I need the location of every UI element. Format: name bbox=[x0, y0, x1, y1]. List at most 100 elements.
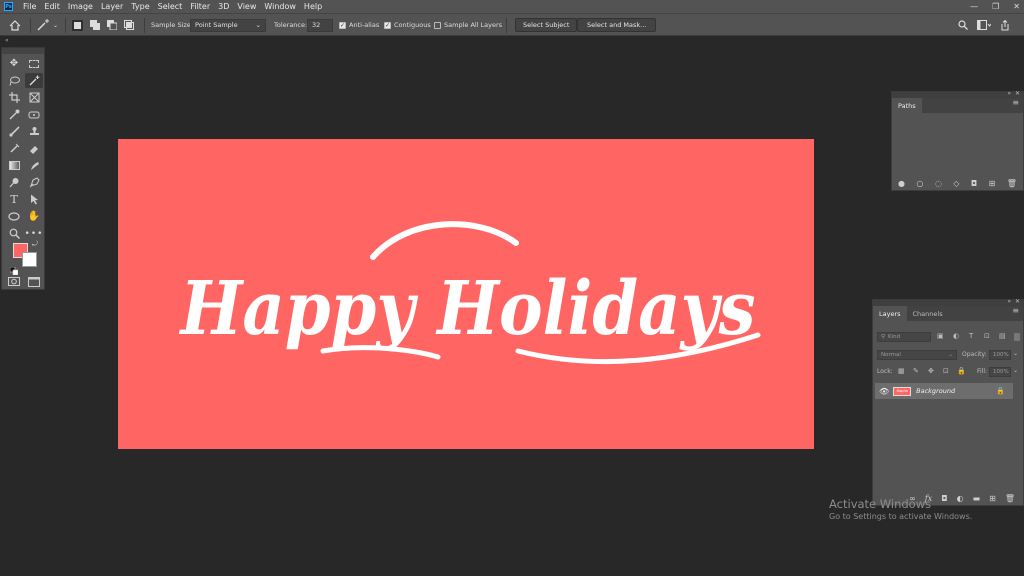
menu-type[interactable]: Type bbox=[127, 2, 153, 11]
panel-menu-icon[interactable]: ≡ bbox=[1012, 98, 1019, 113]
filter-shape-icon[interactable]: ⊡ bbox=[984, 332, 990, 340]
chevron-down-icon: ⌄ bbox=[948, 352, 953, 358]
new-layer-icon[interactable]: ⊞ bbox=[989, 494, 996, 503]
select-subject-button[interactable]: Select Subject bbox=[515, 18, 578, 32]
folder-icon[interactable]: ▬ bbox=[973, 494, 981, 503]
stamp-tool-icon[interactable] bbox=[25, 124, 43, 139]
close-panel-icon[interactable]: ✕ bbox=[1015, 298, 1020, 305]
workspace-icon[interactable] bbox=[977, 20, 991, 30]
opacity-input[interactable]: 100% bbox=[989, 350, 1011, 360]
share-icon[interactable] bbox=[1000, 19, 1010, 31]
background-color-swatch[interactable] bbox=[22, 252, 37, 267]
menu-layer[interactable]: Layer bbox=[97, 2, 127, 11]
lock-transparent-icon[interactable]: ▦ bbox=[898, 367, 905, 375]
document-canvas[interactable]: Happy Holidays bbox=[118, 139, 814, 449]
tool-preset-picker[interactable]: ⌄ bbox=[37, 18, 58, 32]
filter-smart-object-icon[interactable]: ▤ bbox=[999, 332, 1006, 340]
toolbox-header[interactable] bbox=[2, 48, 44, 54]
stroke-path-icon[interactable]: ○ bbox=[916, 179, 923, 188]
close-button[interactable]: ✕ bbox=[1013, 2, 1020, 11]
ellipse-tool-icon[interactable] bbox=[5, 209, 23, 224]
filter-pixel-icon[interactable]: ▣ bbox=[937, 332, 944, 340]
menu-window[interactable]: Window bbox=[260, 2, 300, 11]
pen-tool-icon[interactable] bbox=[25, 175, 43, 190]
add-to-selection-icon[interactable] bbox=[90, 20, 100, 30]
collapse-arrows-icon[interactable]: « bbox=[5, 37, 9, 44]
menu-help[interactable]: Help bbox=[300, 2, 326, 11]
chevron-down-icon[interactable]: ⌄ bbox=[1013, 367, 1018, 374]
new-path-icon[interactable]: ⊞ bbox=[989, 179, 996, 188]
smudge-tool-icon[interactable] bbox=[25, 158, 43, 173]
new-selection-icon[interactable] bbox=[72, 19, 83, 31]
tolerance-input[interactable]: 32 bbox=[307, 18, 333, 32]
tab-channels[interactable]: Channels bbox=[907, 306, 949, 321]
layer-filter-kind[interactable]: ⚲ Kind bbox=[877, 332, 931, 342]
make-work-path-icon[interactable]: ◇ bbox=[953, 179, 959, 188]
select-and-mask-button[interactable]: Select and Mask... bbox=[577, 18, 657, 32]
collapse-arrows-icon[interactable]: » bbox=[1007, 298, 1011, 305]
lock-artboard-icon[interactable]: ⊡ bbox=[943, 367, 949, 375]
collapse-arrows-icon[interactable]: » bbox=[1007, 90, 1011, 97]
fill-path-icon[interactable]: ● bbox=[898, 179, 905, 188]
anti-alias-checkbox[interactable]: ✓ Anti-alias bbox=[339, 18, 379, 32]
menu-filter[interactable]: Filter bbox=[186, 2, 214, 11]
filter-adjustment-icon[interactable]: ◐ bbox=[953, 332, 959, 340]
chevron-down-icon[interactable]: ⌄ bbox=[1013, 350, 1018, 357]
load-selection-icon[interactable]: ◌ bbox=[935, 179, 942, 188]
path-selection-tool-icon[interactable] bbox=[25, 192, 43, 207]
screen-mode-icon[interactable] bbox=[25, 274, 43, 289]
move-tool-icon[interactable]: ✥ bbox=[5, 56, 23, 71]
frame-tool-icon[interactable] bbox=[25, 90, 43, 105]
add-mask-icon[interactable]: ◘ bbox=[971, 179, 977, 188]
tab-layers[interactable]: Layers bbox=[873, 306, 907, 321]
lasso-tool-icon[interactable] bbox=[5, 73, 23, 88]
checkbox-empty-icon bbox=[434, 21, 441, 29]
menu-file[interactable]: File bbox=[19, 2, 40, 11]
menu-select[interactable]: Select bbox=[154, 2, 187, 11]
restore-button[interactable]: ❐ bbox=[992, 2, 999, 11]
sample-size-select[interactable]: Point Sample ⌄ bbox=[190, 18, 266, 32]
eyedropper-tool-icon[interactable] bbox=[5, 107, 23, 122]
minimize-button[interactable]: — bbox=[970, 2, 978, 11]
layer-row-background[interactable]: 👁 Bapha Background 🔒 bbox=[875, 383, 1013, 399]
fill-input[interactable]: 100% bbox=[989, 367, 1011, 377]
history-brush-tool-icon[interactable] bbox=[5, 141, 23, 156]
gradient-tool-icon[interactable] bbox=[5, 158, 23, 173]
menu-view[interactable]: View bbox=[233, 2, 260, 11]
tab-paths[interactable]: Paths bbox=[892, 98, 922, 113]
zoom-tool-icon[interactable] bbox=[5, 226, 23, 241]
hand-tool-icon[interactable]: ✋ bbox=[25, 209, 43, 224]
blend-mode-select[interactable]: Normal ⌄ bbox=[877, 350, 957, 360]
quick-mask-icon[interactable] bbox=[5, 274, 23, 289]
visibility-eye-icon[interactable]: 👁 bbox=[879, 387, 889, 396]
sample-all-layers-checkbox[interactable]: Sample All Layers bbox=[434, 18, 502, 32]
subtract-from-selection-icon[interactable] bbox=[107, 20, 117, 30]
lock-position-icon[interactable]: ✥ bbox=[928, 367, 934, 375]
filter-toggle-icon[interactable] bbox=[1014, 333, 1020, 341]
anti-alias-label: Anti-alias bbox=[349, 21, 380, 29]
trash-icon[interactable]: 🗑 bbox=[1005, 494, 1015, 503]
filter-type-icon[interactable]: T bbox=[969, 332, 973, 340]
magic-wand-tool-icon[interactable] bbox=[25, 73, 43, 88]
type-tool-icon[interactable]: T bbox=[5, 192, 23, 207]
intersect-selection-icon[interactable] bbox=[124, 20, 134, 30]
trash-icon[interactable]: 🗑 bbox=[1007, 179, 1017, 188]
search-icon[interactable] bbox=[958, 20, 968, 30]
more-tools-icon[interactable]: ••• bbox=[25, 226, 43, 241]
close-panel-icon[interactable]: ✕ bbox=[1015, 90, 1020, 97]
menu-edit[interactable]: Edit bbox=[40, 2, 64, 11]
healing-tool-icon[interactable] bbox=[25, 107, 43, 122]
panel-menu-icon[interactable]: ≡ bbox=[1012, 306, 1019, 321]
home-button[interactable] bbox=[9, 18, 21, 32]
contiguous-checkbox[interactable]: ✓ Contiguous bbox=[384, 18, 431, 32]
brush-tool-icon[interactable] bbox=[5, 124, 23, 139]
swap-colors-icon[interactable]: ⤾ bbox=[32, 240, 38, 249]
eraser-tool-icon[interactable] bbox=[25, 141, 43, 156]
marquee-tool-icon[interactable] bbox=[25, 56, 43, 71]
lock-image-icon[interactable]: ✎ bbox=[913, 367, 919, 375]
lock-all-icon[interactable]: 🔒 bbox=[957, 367, 966, 375]
menu-3d[interactable]: 3D bbox=[214, 2, 233, 11]
crop-tool-icon[interactable] bbox=[5, 90, 23, 105]
menu-image[interactable]: Image bbox=[64, 2, 97, 11]
dodge-tool-icon[interactable] bbox=[5, 175, 23, 190]
